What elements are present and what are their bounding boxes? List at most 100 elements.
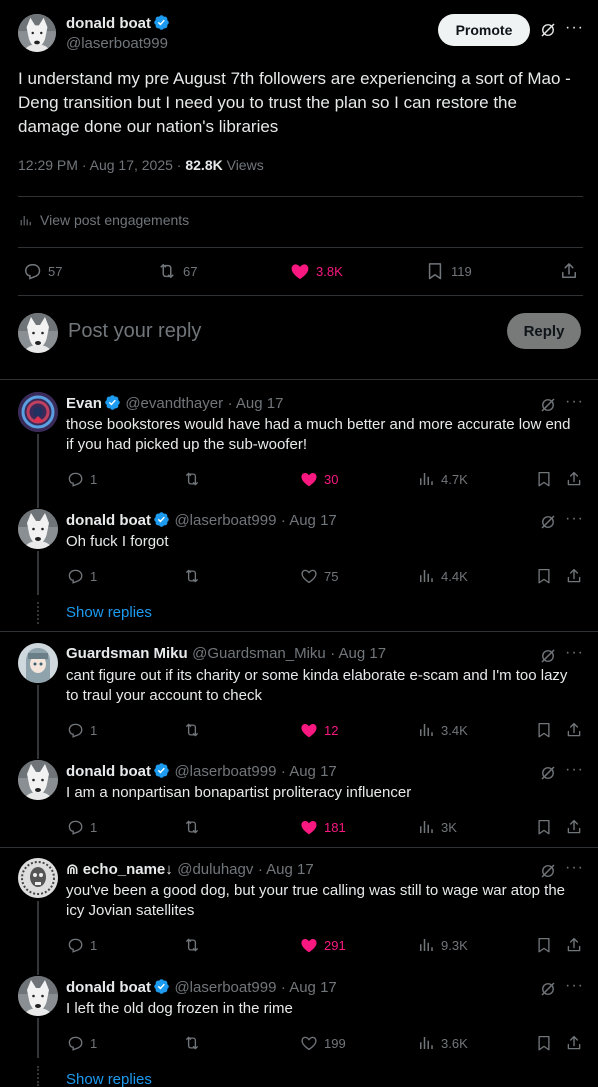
reply-date[interactable]: · Aug 17	[281, 512, 337, 529]
view-engagements-link[interactable]: View post engagements	[18, 212, 189, 228]
more-icon[interactable]: ···	[565, 859, 584, 877]
share-button[interactable]	[565, 567, 583, 585]
repost-icon	[157, 261, 177, 281]
reply-avatar[interactable]	[18, 976, 58, 1016]
reply-author-name[interactable]: Evan	[66, 395, 102, 412]
promote-button[interactable]: Promote	[438, 14, 530, 46]
repost-button[interactable]	[183, 721, 201, 739]
repost-icon	[183, 470, 201, 488]
bookmark-button[interactable]	[535, 1034, 553, 1052]
repost-button[interactable]	[183, 567, 201, 585]
share-button[interactable]	[559, 261, 579, 281]
reply-avatar[interactable]	[18, 858, 58, 898]
bookmark-button[interactable]	[535, 721, 553, 739]
show-replies-link[interactable]: Show replies	[66, 604, 152, 621]
like-button[interactable]: 199	[300, 1034, 346, 1052]
author-handle[interactable]: @laserboat999	[66, 35, 168, 52]
bookmark-button[interactable]: 119	[425, 261, 472, 281]
share-button[interactable]	[565, 470, 583, 488]
reply-author-handle[interactable]: @evandthayer	[125, 395, 223, 412]
like-count: 3.8K	[316, 263, 343, 279]
more-icon[interactable]: ···	[565, 510, 584, 528]
repost-button[interactable]	[183, 818, 201, 836]
reply-author-name[interactable]: donald boat	[66, 979, 151, 996]
repost-button[interactable]	[183, 936, 201, 954]
reply-author-handle[interactable]: @laserboat999	[174, 979, 276, 996]
views-icon	[417, 936, 435, 954]
reply-button[interactable]: 1	[66, 470, 97, 488]
views-button[interactable]: 4.7K	[417, 470, 468, 488]
reply-author-handle[interactable]: @Guardsman_Miku	[192, 645, 326, 662]
reply-author-name[interactable]: ⋒ echo_name↓	[66, 861, 173, 878]
reply-author-name[interactable]: donald boat	[66, 512, 151, 529]
share-icon	[565, 936, 583, 954]
more-icon[interactable]: ···	[565, 977, 584, 995]
reply-author-handle[interactable]: @laserboat999	[174, 763, 276, 780]
bookmark-button[interactable]	[535, 936, 553, 954]
reply-date[interactable]: · Aug 17	[281, 979, 337, 996]
reply-date[interactable]: · Aug 17	[330, 645, 386, 662]
reply-date[interactable]: · Aug 17	[281, 763, 337, 780]
bookmark-icon	[535, 936, 553, 954]
reply-author-name[interactable]: donald boat	[66, 763, 151, 780]
grok-icon[interactable]	[539, 513, 557, 531]
grok-icon[interactable]	[539, 862, 557, 880]
share-button[interactable]	[565, 721, 583, 739]
repost-button[interactable]: 67	[157, 261, 197, 281]
views-button[interactable]: 9.3K	[417, 936, 468, 954]
share-icon	[565, 470, 583, 488]
reply-author-name[interactable]: Guardsman Miku	[66, 645, 188, 662]
reply-avatar[interactable]	[18, 643, 58, 683]
reply-date[interactable]: · Aug 17	[258, 861, 314, 878]
views-button[interactable]: 3.4K	[417, 721, 468, 739]
views-button[interactable]: 4.4K	[417, 567, 468, 585]
like-button[interactable]: 30	[300, 470, 338, 488]
grok-icon[interactable]	[539, 396, 557, 414]
grok-icon[interactable]	[539, 980, 557, 998]
reply-avatar[interactable]	[18, 509, 58, 549]
share-button[interactable]	[565, 1034, 583, 1052]
reply-avatar[interactable]	[18, 392, 58, 432]
more-icon[interactable]: ···	[565, 393, 584, 411]
bookmark-button[interactable]	[535, 818, 553, 836]
post-date[interactable]: Aug 17, 2025	[90, 157, 173, 173]
post-time[interactable]: 12:29 PM	[18, 157, 78, 173]
reply-avatar[interactable]	[18, 760, 58, 800]
author-name[interactable]: donald boat	[66, 15, 151, 32]
reply-button[interactable]: 1	[66, 721, 97, 739]
show-replies-link[interactable]: Show replies	[66, 1071, 152, 1087]
grok-icon[interactable]	[539, 21, 557, 39]
reply-button[interactable]: 57	[22, 261, 62, 281]
author-avatar[interactable]	[18, 14, 56, 52]
repost-button[interactable]	[183, 470, 201, 488]
reply-button[interactable]: 1	[66, 818, 97, 836]
reply-text: those bookstores would have had a much b…	[66, 416, 571, 453]
more-icon[interactable]: ···	[565, 644, 584, 662]
reply-submit-button[interactable]: Reply	[507, 313, 581, 349]
reply-button[interactable]: 1	[66, 567, 97, 585]
like-button[interactable]: 12	[300, 721, 338, 739]
reply-date[interactable]: · Aug 17	[228, 395, 284, 412]
like-button[interactable]: 181	[300, 818, 346, 836]
bookmark-button[interactable]	[535, 567, 553, 585]
like-icon	[300, 936, 318, 954]
more-icon[interactable]: ···	[565, 19, 584, 37]
like-button[interactable]: 3.8K	[290, 261, 343, 281]
like-button[interactable]: 75	[300, 567, 338, 585]
reply-button[interactable]: 1	[66, 936, 97, 954]
views-button[interactable]: 3K	[417, 818, 457, 836]
reply-header: Guardsman Miku @Guardsman_Miku · Aug 17	[66, 645, 386, 663]
views-button[interactable]: 3.6K	[417, 1034, 468, 1052]
reply-author-handle[interactable]: @laserboat999	[174, 512, 276, 529]
more-icon[interactable]: ···	[565, 761, 584, 779]
repost-button[interactable]	[183, 1034, 201, 1052]
share-button[interactable]	[565, 818, 583, 836]
like-button[interactable]: 291	[300, 936, 346, 954]
share-button[interactable]	[565, 936, 583, 954]
reply-input[interactable]: Post your reply	[68, 320, 201, 343]
grok-icon[interactable]	[539, 764, 557, 782]
grok-icon[interactable]	[539, 647, 557, 665]
reply-button[interactable]: 1	[66, 1034, 97, 1052]
reply-author-handle[interactable]: @duluhagv	[177, 861, 253, 878]
bookmark-button[interactable]	[535, 470, 553, 488]
